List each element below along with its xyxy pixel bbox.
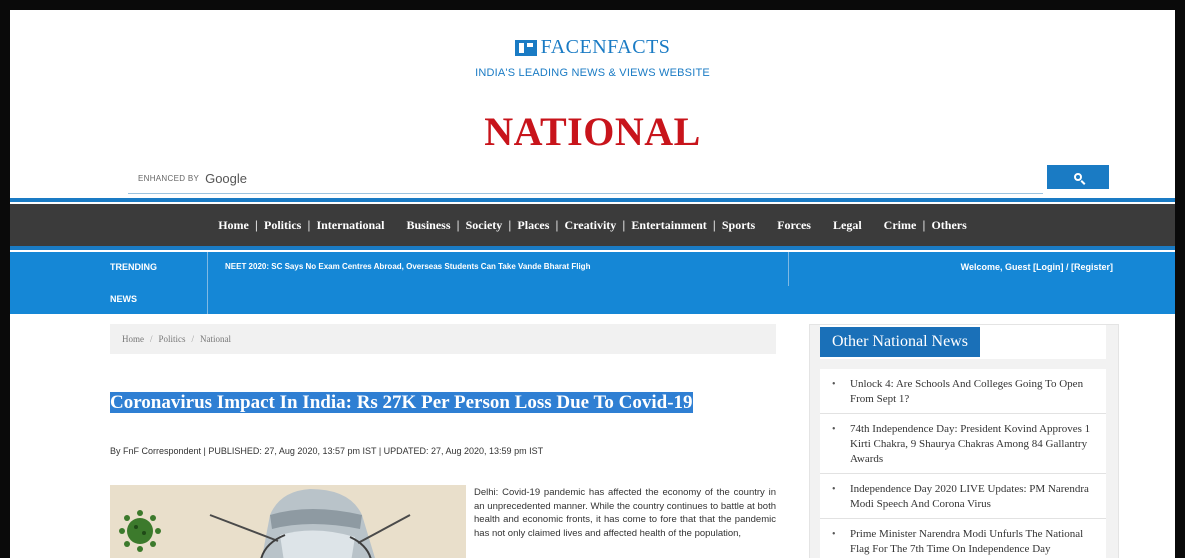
article-title-text: Coronavirus Impact In India: Rs 27K Per … bbox=[110, 392, 693, 413]
article-image bbox=[110, 485, 466, 558]
breadcrumb-item-home[interactable]: Home bbox=[122, 334, 144, 344]
trending-bar: TRENDING NEWS NEET 2020: SC Says No Exam… bbox=[10, 252, 1175, 314]
welcome-login-register[interactable]: Welcome, Guest [Login] / [Register] bbox=[961, 262, 1113, 272]
trending-label: TRENDING NEWS bbox=[10, 252, 208, 314]
nav-item-home[interactable]: Home bbox=[212, 218, 255, 233]
main-nav: Home | Politics | International Business | Soci… bbox=[10, 204, 1175, 246]
breadcrumb-item-politics[interactable]: Politics bbox=[159, 334, 186, 344]
sidebar-news-item[interactable]: Prime Minister Narendra Modi Unfurls The… bbox=[820, 519, 1106, 558]
trending-label-line2: NEWS bbox=[110, 294, 137, 304]
sidebar-header: Other National News bbox=[820, 325, 1106, 359]
nav-item-crime[interactable]: Crime bbox=[878, 218, 923, 233]
google-label: Google bbox=[205, 171, 248, 186]
nav-item-others[interactable]: Others bbox=[925, 218, 972, 233]
browser-page: FACENFACTS INDIA'S LEADING NEWS & VIEWS … bbox=[0, 0, 1185, 558]
sidebar-news-item[interactable]: Unlock 4: Are Schools And Colleges Going… bbox=[820, 369, 1106, 414]
breadcrumb: Home / Politics / National bbox=[110, 324, 776, 354]
section-title: NATIONAL bbox=[484, 109, 701, 154]
nav-item-society[interactable]: Society bbox=[460, 218, 509, 233]
nav-divider bbox=[10, 246, 1175, 250]
search-input[interactable]: ENHANCED BY Google bbox=[128, 164, 1043, 194]
sidebar-news-item[interactable]: 74th Independence Day: President Kovind … bbox=[820, 414, 1106, 474]
nav-item-places[interactable]: Places bbox=[511, 218, 555, 233]
breadcrumb-item-national[interactable]: National bbox=[200, 334, 231, 344]
logo-icon bbox=[514, 39, 537, 56]
nav-item-legal[interactable]: Legal bbox=[827, 218, 868, 233]
sidebar: Other National News Unlock 4: Are School… bbox=[809, 324, 1119, 558]
trending-label-line1: TRENDING bbox=[110, 262, 157, 272]
sidebar-news-list: Unlock 4: Are Schools And Colleges Going… bbox=[820, 369, 1106, 558]
site-tagline: INDIA'S LEADING NEWS & VIEWS WEBSITE bbox=[475, 66, 710, 79]
nav-item-creativity[interactable]: Creativity bbox=[559, 218, 623, 233]
article-title: Coronavirus Impact In India: Rs 27K Per … bbox=[110, 392, 750, 414]
sidebar-news-item[interactable]: Independence Day 2020 LIVE Updates: PM N… bbox=[820, 474, 1106, 519]
sidebar-heading: Other National News bbox=[820, 327, 980, 357]
article-byline: By FnF Correspondent | PUBLISHED: 27, Au… bbox=[110, 446, 544, 456]
enhanced-by-label: ENHANCED BY bbox=[138, 174, 200, 183]
trending-divider bbox=[788, 252, 789, 286]
breadcrumb-separator: / bbox=[150, 334, 153, 344]
nav-item-international[interactable]: International bbox=[310, 218, 390, 233]
search-button[interactable] bbox=[1047, 165, 1109, 189]
covid-illustration bbox=[110, 485, 466, 558]
nav-item-politics[interactable]: Politics bbox=[258, 218, 307, 233]
nav-item-forces[interactable]: Forces bbox=[771, 218, 817, 233]
header-divider bbox=[10, 198, 1175, 202]
nav-item-sports[interactable]: Sports bbox=[716, 218, 761, 233]
breadcrumb-separator: / bbox=[191, 334, 195, 344]
search-icon bbox=[1074, 173, 1082, 181]
site-logo[interactable]: FACENFACTS bbox=[514, 36, 671, 59]
article-body: Delhi: Covid-19 pandemic has affected th… bbox=[474, 487, 776, 539]
site-header: FACENFACTS INDIA'S LEADING NEWS & VIEWS … bbox=[10, 36, 1175, 79]
nav-item-entertainment[interactable]: Entertainment bbox=[625, 218, 712, 233]
logo-text: FACENFACTS bbox=[540, 36, 671, 58]
nav-item-business[interactable]: Business bbox=[400, 218, 456, 233]
trending-headline[interactable]: NEET 2020: SC Says No Exam Centres Abroa… bbox=[225, 262, 590, 271]
